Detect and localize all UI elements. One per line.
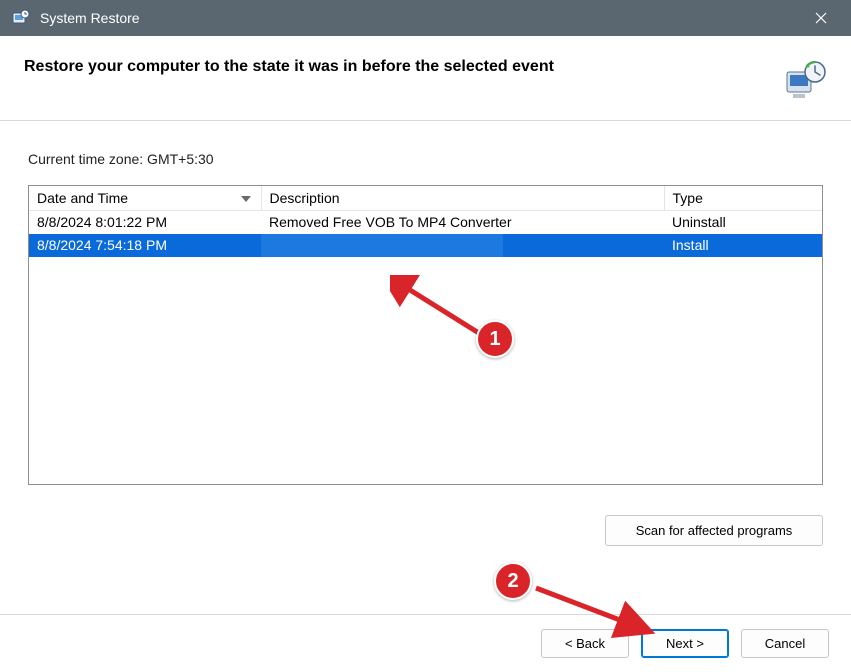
restore-icon <box>783 58 827 102</box>
column-header-type[interactable]: Type <box>664 186 822 211</box>
table-row-empty <box>29 349 822 372</box>
table-row[interactable]: 8/8/2024 7:54:18 PM Install <box>29 234 822 257</box>
page-title: Restore your computer to the state it wa… <box>24 58 554 76</box>
app-icon <box>12 9 30 27</box>
window-title: System Restore <box>40 10 799 26</box>
table-row-empty <box>29 257 822 280</box>
cell-description: Removed Free VOB To MP4 Converter <box>261 211 664 234</box>
column-label: Type <box>673 190 703 206</box>
table-row-empty <box>29 326 822 349</box>
cancel-button[interactable]: Cancel <box>741 629 829 658</box>
restore-points-table[interactable]: Date and Time Description Type 8/8/202 <box>28 185 823 485</box>
wizard-header: Restore your computer to the state it wa… <box>0 36 851 121</box>
table-row-empty <box>29 441 822 464</box>
table-header-row: Date and Time Description Type <box>29 186 822 211</box>
cell-date: 8/8/2024 7:54:18 PM <box>29 234 261 257</box>
table-row[interactable]: 8/8/2024 8:01:22 PM Removed Free VOB To … <box>29 211 822 234</box>
scan-affected-programs-button[interactable]: Scan for affected programs <box>605 515 823 546</box>
cell-date: 8/8/2024 8:01:22 PM <box>29 211 261 234</box>
table-row-empty <box>29 303 822 326</box>
table-row-empty <box>29 372 822 395</box>
cell-type: Install <box>664 234 822 257</box>
back-button[interactable]: < Back <box>541 629 629 658</box>
column-header-description[interactable]: Description <box>261 186 664 211</box>
cell-type: Uninstall <box>664 211 822 234</box>
titlebar: System Restore <box>0 0 851 36</box>
annotation-callout-2: 2 <box>494 562 532 600</box>
next-button[interactable]: Next > <box>641 629 729 658</box>
column-header-date[interactable]: Date and Time <box>29 186 261 211</box>
table-row-empty <box>29 418 822 441</box>
annotation-number: 2 <box>494 562 532 600</box>
scan-row: Scan for affected programs <box>0 493 851 546</box>
close-button[interactable] <box>799 0 843 36</box>
table-row-empty <box>29 280 822 303</box>
cell-description <box>261 234 664 257</box>
wizard-footer: < Back Next > Cancel <box>0 614 851 672</box>
timezone-label: Current time zone: GMT+5:30 <box>28 151 823 167</box>
sort-descending-icon <box>241 190 251 206</box>
column-label: Description <box>270 190 340 206</box>
close-icon <box>815 12 827 24</box>
column-label: Date and Time <box>37 190 128 206</box>
table-row-empty <box>29 395 822 418</box>
content-area: Current time zone: GMT+5:30 Date and Tim… <box>0 121 851 493</box>
